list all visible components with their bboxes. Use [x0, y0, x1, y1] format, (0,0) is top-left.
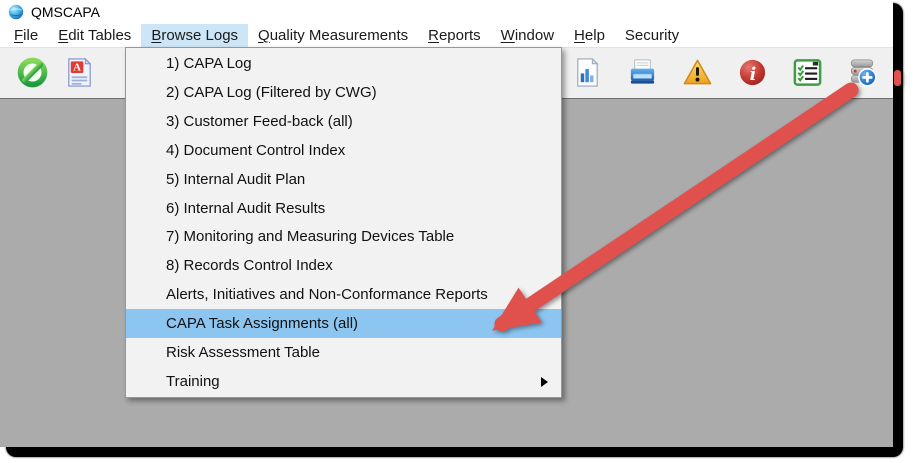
- menu-item-label: Risk Assessment Table: [166, 344, 320, 361]
- menu-edit-tables[interactable]: Edit Tables: [48, 24, 141, 47]
- menu-item-label: CAPA Task Assignments (all): [166, 315, 358, 332]
- titlebar: QMSCAPA: [0, 0, 893, 24]
- menu-item-2-capa-log-filtered-by-cwg[interactable]: 2) CAPA Log (Filtered by CWG): [126, 78, 561, 107]
- menu-item-label: 5) Internal Audit Plan: [166, 171, 305, 188]
- menu-item-label: Training: [166, 373, 220, 390]
- toolbar-group-right: i: [572, 57, 878, 88]
- toolbar-group-left: A: [17, 57, 95, 88]
- svg-text:A: A: [73, 63, 81, 74]
- menu-item-alerts-initiatives-and-non-conformance-reports[interactable]: Alerts, Initiatives and Non-Conformance …: [126, 280, 561, 309]
- menu-item-4-document-control-index[interactable]: 4) Document Control Index: [126, 136, 561, 165]
- menu-window[interactable]: Window: [491, 24, 564, 47]
- app-window: QMSCAPA FileEdit TablesBrowse LogsQualit…: [0, 0, 893, 447]
- menu-reports[interactable]: Reports: [418, 24, 491, 47]
- menu-item-label: Alerts, Initiatives and Non-Conformance …: [166, 286, 488, 303]
- menu-browse-logs[interactable]: Browse Logs: [141, 24, 248, 47]
- submenu-arrow-icon: [541, 377, 548, 387]
- menu-item-8-records-control-index[interactable]: 8) Records Control Index: [126, 251, 561, 280]
- menu-item-7-monitoring-and-measuring-devices-table[interactable]: 7) Monitoring and Measuring Devices Tabl…: [126, 223, 561, 252]
- window-title: QMSCAPA: [31, 4, 100, 20]
- menu-item-1-capa-log[interactable]: 1) CAPA Log: [126, 49, 561, 78]
- menu-file[interactable]: File: [4, 24, 48, 47]
- menu-item-label: 2) CAPA Log (Filtered by CWG): [166, 84, 377, 101]
- menu-item-6-internal-audit-results[interactable]: 6) Internal Audit Results: [126, 194, 561, 223]
- menu-help[interactable]: Help: [564, 24, 615, 47]
- checklist-icon[interactable]: [792, 57, 823, 88]
- menu-item-capa-task-assignments-all[interactable]: CAPA Task Assignments (all): [126, 309, 561, 338]
- info-icon[interactable]: i: [737, 57, 768, 88]
- cancel-icon[interactable]: [17, 57, 48, 88]
- add-database-icon[interactable]: [847, 57, 878, 88]
- menu-item-5-internal-audit-plan[interactable]: 5) Internal Audit Plan: [126, 165, 561, 194]
- printer-icon[interactable]: [627, 57, 658, 88]
- bar-chart-report-icon[interactable]: [572, 57, 603, 88]
- menu-item-label: 7) Monitoring and Measuring Devices Tabl…: [166, 228, 454, 245]
- menu-item-label: 1) CAPA Log: [166, 55, 252, 72]
- warning-icon[interactable]: [682, 57, 713, 88]
- menu-item-label: 8) Records Control Index: [166, 257, 333, 274]
- browse-logs-dropdown-menu: 1) CAPA Log 2) CAPA Log (Filtered by CWG)…: [125, 47, 562, 398]
- menu-security[interactable]: Security: [615, 24, 689, 47]
- menu-quality-measurements[interactable]: Quality Measurements: [248, 24, 418, 47]
- screenshot-stage: QMSCAPA FileEdit TablesBrowse LogsQualit…: [0, 0, 915, 463]
- menu-item-risk-assessment-table[interactable]: Risk Assessment Table: [126, 338, 561, 367]
- app-globe-icon: [8, 4, 24, 20]
- menubar: FileEdit TablesBrowse LogsQuality Measur…: [0, 24, 893, 47]
- menu-item-training[interactable]: Training: [126, 367, 561, 396]
- svg-text:i: i: [750, 65, 757, 85]
- pdf-report-icon[interactable]: A: [64, 57, 95, 88]
- menu-item-3-customer-feed-back-all[interactable]: 3) Customer Feed-back (all): [126, 107, 561, 136]
- menu-item-label: 6) Internal Audit Results: [166, 200, 325, 217]
- menu-item-label: 3) Customer Feed-back (all): [166, 113, 353, 130]
- menu-item-label: 4) Document Control Index: [166, 142, 345, 159]
